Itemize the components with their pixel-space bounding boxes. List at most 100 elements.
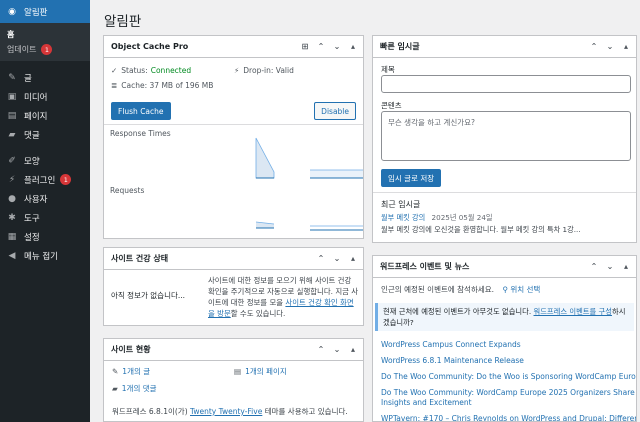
comment-icon: ▰ — [112, 384, 118, 393]
cache-usage: Cache: 37 MB of 196 MB — [121, 81, 214, 90]
recent-drafts-heading: 최근 임시글 — [381, 200, 421, 209]
content-placeholder: 무슨 생각을 하고 계신가요? — [388, 118, 476, 127]
collapse-toggle-icon[interactable]: ▴ — [620, 260, 632, 273]
disable-button[interactable]: Disable — [314, 102, 356, 120]
dropin-label: Drop-in: Valid — [243, 66, 294, 75]
dropin-status: ⚡ Drop-in: Valid — [234, 66, 294, 75]
draft-title-link[interactable]: 월부 메킷 강의 — [381, 213, 425, 222]
news-link[interactable]: WordPress Campus Connect Expands — [381, 337, 636, 353]
move-up-icon[interactable]: ⌃ — [588, 260, 600, 273]
sidebar-item-label: 모양 — [24, 156, 40, 167]
widget-title: 사이트 건강 상태 — [111, 254, 169, 263]
admin-sidebar: ◉ 알림판 홈 업데이트 1 ✎ 글 ▣ 미디어 ▤ 페이지 ▰ 댓글 ✐ 모양… — [0, 0, 90, 422]
collapse-toggle-icon[interactable]: ▴ — [347, 40, 359, 53]
glance-pages-link[interactable]: ▤ 1개의 페이지 — [234, 366, 287, 377]
collapse-arrow-icon: ◀ — [8, 250, 16, 261]
move-up-icon[interactable]: ⌃ — [588, 40, 600, 53]
sidebar-item-settings[interactable]: ▦ 설정 — [0, 227, 90, 246]
sidebar-item-label: 플러그인 — [24, 175, 56, 186]
sidebar-item-comments[interactable]: ▰ 댓글 — [0, 125, 90, 144]
collapse-toggle-icon[interactable]: ▴ — [347, 252, 359, 265]
glance-footer-text: 워드프레스 6.8.1이(가) — [112, 407, 191, 416]
collapse-toggle-icon[interactable]: ▴ — [347, 343, 359, 356]
dashboard-submenu: 홈 업데이트 1 — [0, 23, 90, 61]
health-desc-tail: 할 수도 있습니다. — [230, 309, 286, 318]
media-icon: ▣ — [7, 91, 17, 102]
check-badge-icon: ✓ — [111, 66, 118, 75]
move-up-icon[interactable]: ⌃ — [315, 40, 327, 53]
status-value: Connected — [150, 66, 192, 75]
events-news-widget: 워드프레스 이벤트 및 뉴스 ⌃ ⌄ ▴ 인근의 예정된 이벤트에 참석하세요.… — [372, 255, 637, 422]
sidebar-subitem-updates[interactable]: 업데이트 1 — [0, 42, 90, 57]
move-down-icon[interactable]: ⌄ — [604, 260, 616, 273]
sidebar-subitem-home[interactable]: 홈 — [0, 27, 90, 42]
location-pin-icon: ⚲ — [502, 285, 508, 294]
sidebar-collapse-menu[interactable]: ◀ 메뉴 접기 — [0, 246, 90, 265]
news-link-text: Do The Woo Community: WordCamp Europe 20… — [381, 388, 635, 407]
sidebar-item-dashboard[interactable]: ◉ 알림판 — [0, 0, 90, 23]
move-down-icon[interactable]: ⌄ — [331, 40, 343, 53]
widget-header: 빠른 임시글 ⌃ ⌄ ▴ — [373, 36, 636, 58]
page-icon: ▤ — [234, 367, 242, 376]
widget-header: 사이트 현황 ⌃ ⌄ ▴ — [104, 339, 363, 361]
sidebar-item-appearance[interactable]: ✐ 모양 — [0, 151, 90, 170]
response-times-chart — [255, 137, 363, 179]
sidebar-item-posts[interactable]: ✎ 글 — [0, 68, 90, 87]
news-link[interactable]: WordPress 6.8.1 Maintenance Release — [381, 353, 636, 369]
news-link[interactable]: Do The Woo Community: Do the Woo is Spon… — [381, 369, 636, 385]
health-description: 사이트에 대한 정보를 모으기 위해 사이트 건강 확인을 주기적으로 자동으로… — [208, 275, 360, 319]
sidebar-item-label: 업데이트 — [7, 45, 37, 54]
sidebar-item-label: 댓글 — [24, 130, 40, 141]
move-up-icon[interactable]: ⌃ — [315, 343, 327, 356]
plugins-count-badge: 1 — [60, 174, 72, 185]
settings-icon: ▦ — [7, 231, 17, 242]
brush-icon: ✐ — [8, 155, 16, 166]
plug-icon: ⚡ — [234, 66, 240, 75]
health-status-text: 아직 정보가 없습니다... — [111, 291, 186, 300]
sidebar-item-pages[interactable]: ▤ 페이지 — [0, 106, 90, 125]
move-down-icon[interactable]: ⌄ — [331, 252, 343, 265]
organize-event-link[interactable]: 워드프레스 이벤트를 구성 — [534, 307, 612, 316]
move-up-icon[interactable]: ⌃ — [315, 252, 327, 265]
user-icon: ● — [8, 193, 16, 204]
draft-content-textarea[interactable]: 무슨 생각을 하고 계신가요? — [381, 111, 631, 161]
sidebar-item-media[interactable]: ▣ 미디어 — [0, 87, 90, 106]
no-events-notice: 현재 근처에 예정된 이벤트가 아무것도 없습니다. 워드프레스 이벤트를 구성… — [375, 303, 634, 331]
notice-text: 현재 근처에 예정된 이벤트가 아무것도 없습니다. — [383, 307, 534, 316]
sidebar-item-label: 메뉴 접기 — [24, 251, 58, 262]
events-intro: 인근의 예정된 이벤트에 참석하세요. ⚲ 위치 선택 — [381, 284, 540, 295]
news-link[interactable]: Do The Woo Community: WordCamp Europe 20… — [381, 388, 636, 408]
widget-title: 빠른 임시글 — [380, 42, 420, 51]
sidebar-item-users[interactable]: ● 사용자 — [0, 189, 90, 208]
content-label: 콘텐츠 — [381, 101, 402, 110]
news-link[interactable]: WPTavern: #170 – Chris Reynolds on WordP… — [381, 411, 636, 421]
widget-header: 사이트 건강 상태 ⌃ ⌄ ▴ — [104, 248, 363, 270]
at-a-glance-widget: 사이트 현황 ⌃ ⌄ ▴ ✎ 1개의 글 ▤ 1개의 페이지 ▰ 1개의 댓글 워드프… — [103, 338, 364, 422]
draft-title-input[interactable] — [381, 75, 631, 93]
sidebar-item-label: 도구 — [24, 213, 40, 224]
select-location-label: 위치 선택 — [510, 285, 541, 294]
updates-count-badge: 1 — [41, 44, 53, 55]
move-down-icon[interactable]: ⌄ — [331, 343, 343, 356]
move-down-icon[interactable]: ⌄ — [604, 40, 616, 53]
save-draft-button[interactable]: 임시 글로 저장 — [381, 169, 442, 187]
glance-comments-label: 1개의 댓글 — [121, 384, 157, 393]
collapse-toggle-icon[interactable]: ▴ — [620, 40, 632, 53]
status-row: ✓ Status: Connected ⚡ Drop-in: Valid — [111, 63, 356, 78]
glance-comments-link[interactable]: ▰ 1개의 댓글 — [112, 383, 157, 394]
plugin-icon: ⚡ — [8, 174, 16, 185]
dashboard-icon: ◉ — [8, 6, 16, 17]
sidebar-item-label: 설정 — [24, 232, 40, 243]
title-label: 제목 — [381, 65, 395, 74]
widget-settings-icon[interactable]: ⊞ — [299, 40, 311, 53]
sidebar-item-plugins[interactable]: ⚡ 플러그인 1 — [0, 170, 90, 189]
draft-entry: 월부 메킷 강의 2025년 05월 24일 — [381, 213, 493, 223]
glance-posts-link[interactable]: ✎ 1개의 글 — [112, 366, 150, 377]
glance-posts-label: 1개의 글 — [122, 367, 151, 376]
select-location-button[interactable]: ⚲ 위치 선택 — [502, 285, 540, 294]
sidebar-item-label: 미디어 — [24, 92, 48, 103]
theme-link[interactable]: Twenty Twenty-Five — [190, 407, 262, 416]
news-list: WordPress Campus Connect Expands WordPre… — [381, 337, 636, 421]
flush-cache-button[interactable]: Flush Cache — [111, 102, 171, 120]
sidebar-item-tools[interactable]: ✱ 도구 — [0, 208, 90, 227]
